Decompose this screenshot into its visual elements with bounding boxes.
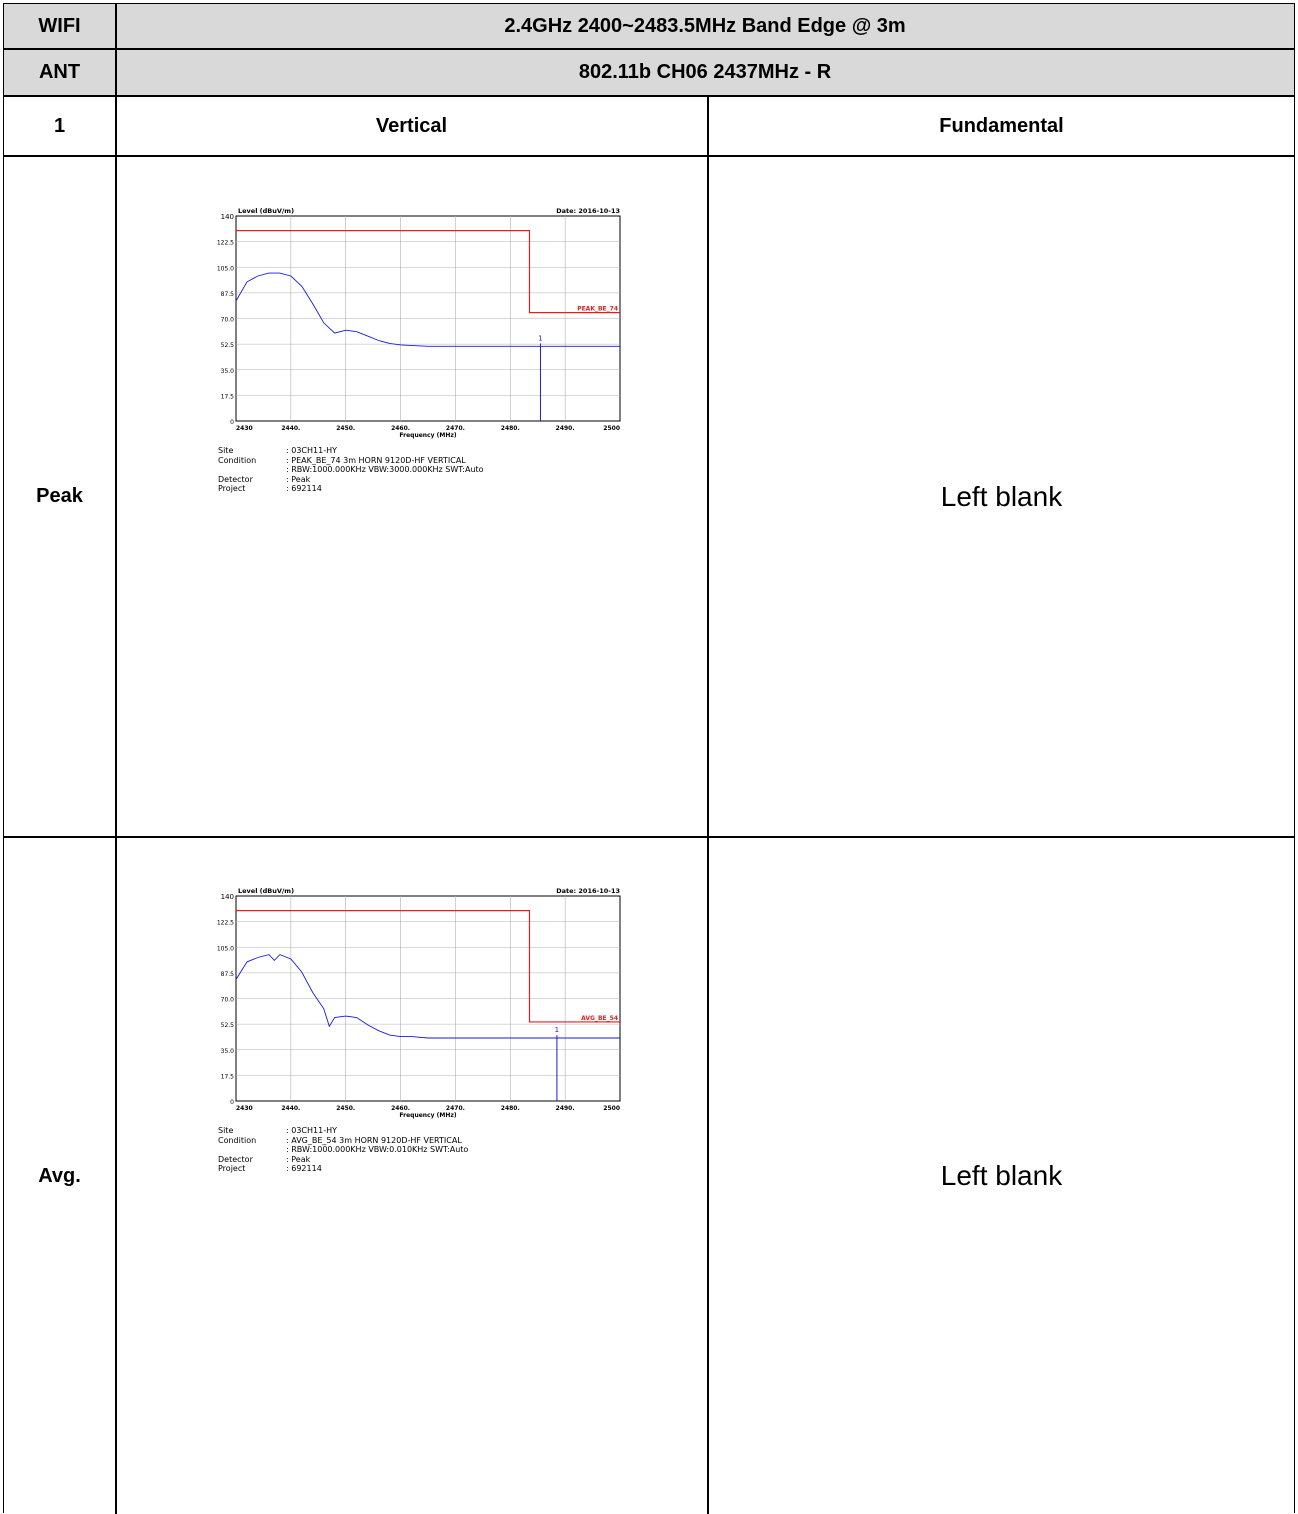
y-tick-label: 70.0 — [221, 997, 235, 1004]
avg-chart-svg: 140 122.5 105.0 87.5 70.0 52.5 35.0 17.5 02430 24… — [217, 887, 621, 1119]
x-tick-label: 2460. — [391, 1105, 410, 1112]
x-tick-label: 2490. — [556, 425, 575, 432]
limit-label: PEAK_BE_74 — [577, 306, 618, 313]
x-tick-label: 2450. — [336, 1105, 355, 1112]
x-tick-label: 2500 — [603, 425, 620, 432]
condition-value: : AVG_BE_54 3m HORN 9120D-HF VERTICAL — [286, 1135, 462, 1145]
x-tick-label: 2480. — [501, 425, 520, 432]
peak-chart-svg: 140 122.5 105.0 87.5 70.0 52.5 35.0 17.5 02430 24… — [217, 207, 621, 439]
y-tick-label: 87.5 — [221, 291, 235, 298]
avg-label: Avg. — [38, 1164, 81, 1187]
x-tick-label: 2430 — [236, 425, 253, 432]
x-tick-label: 2450. — [336, 425, 355, 432]
site-value: : 03CH11-HY — [286, 446, 337, 455]
x-axis-label: Frequency (MHz) — [399, 432, 456, 439]
x-tick-label: 2440. — [281, 1105, 300, 1112]
y-axis-label: Level (dBuV/m) — [238, 207, 294, 215]
peak-chart: 140 122.5 105.0 87.5 70.0 52.5 35.0 17.5 0 2430 24… — [200, 196, 630, 441]
y-tick-label: 105.0 — [217, 265, 234, 272]
chart-date: Date: 2016-10-13 — [556, 207, 620, 215]
report-table: WIFI 2.4GHz 2400~2483.5MHz Band Edge @ 3… — [3, 3, 1295, 1514]
index-label: 1 — [53, 114, 66, 137]
peak-fundamental-text: Left blank — [940, 480, 1063, 512]
y-tick-label: 87.5 — [221, 971, 235, 978]
channel-title: 802.11b CH06 2437MHz - R — [116, 50, 1294, 95]
y-tick-label: 140 — [221, 213, 234, 221]
x-tick-label: 2470. — [446, 1105, 465, 1112]
avg-chart: 140 122.5 105.0 87.5 70.0 52.5 35.0 17.5 0 2430 24… — [200, 876, 630, 1121]
site-value: : 03CH11-HY — [286, 1126, 337, 1135]
detector-value: : Peak — [286, 1154, 311, 1164]
y-tick-label: 140 — [221, 893, 234, 901]
marker-label: 1 — [555, 1026, 559, 1034]
wifi-label: WIFI — [4, 4, 115, 48]
detector-key: Detector — [218, 1154, 253, 1164]
detector-value: : Peak — [286, 474, 311, 484]
project-key: Project — [218, 1164, 246, 1173]
x-tick-label: 2430 — [236, 1105, 253, 1112]
y-tick-label: 122.5 — [217, 240, 234, 247]
y-tick-label: 17.5 — [221, 1073, 235, 1080]
y-axis-label: Level (dBuV/m) — [238, 887, 294, 895]
divider — [115, 4, 117, 1514]
condition-key: Condition — [218, 1135, 257, 1145]
condition-value-2: : RBW:1000.000KHz VBW:0.010KHz SWT:Auto — [286, 1145, 469, 1154]
avg-fundamental-text: Left blank — [940, 1160, 1063, 1191]
y-tick-label: 52.5 — [221, 1022, 235, 1029]
project-value: : 692114 — [286, 484, 322, 493]
vertical-header: Vertical — [375, 114, 448, 137]
y-tick-label: 35.0 — [221, 1048, 235, 1055]
divider — [707, 95, 709, 1514]
x-tick-label: 2500 — [603, 1105, 620, 1112]
x-tick-label: 2460. — [391, 425, 410, 432]
y-tick-label: 70.0 — [221, 317, 235, 324]
y-tick-label: 35.0 — [221, 368, 235, 375]
marker-label: 1 — [538, 334, 542, 342]
y-tick-label: 0 — [230, 419, 234, 426]
y-tick-label: 0 — [230, 1099, 234, 1106]
x-tick-label: 2490. — [556, 1105, 575, 1112]
ant-label: ANT — [4, 50, 115, 95]
detector-key: Detector — [218, 474, 253, 484]
y-tick-label: 52.5 — [221, 342, 235, 349]
site-key: Site — [218, 1126, 234, 1135]
x-tick-label: 2440. — [281, 425, 300, 432]
peak-label: Peak — [36, 485, 83, 507]
project-key: Project — [218, 484, 246, 493]
limit-label: AVG_BE_54 — [581, 1015, 618, 1022]
band-title: 2.4GHz 2400~2483.5MHz Band Edge @ 3m — [116, 4, 1294, 48]
x-axis-label: Frequency (MHz) — [399, 1112, 456, 1119]
fundamental-header: Fundamental — [939, 114, 1064, 137]
site-key: Site — [218, 446, 234, 455]
project-value: : 692114 — [286, 1164, 322, 1173]
chart-date: Date: 2016-10-13 — [556, 887, 620, 895]
condition-value-2: : RBW:1000.000KHz VBW:3000.000KHz SWT:Au… — [286, 465, 484, 474]
condition-value: : PEAK_BE_74 3m HORN 9120D-HF VERTICAL — [286, 455, 466, 465]
condition-key: Condition — [218, 455, 257, 465]
peak-chart-meta: Site : 03CH11-HY Condition : PEAK_BE_74 3m… — [218, 446, 484, 494]
avg-chart-meta: Site : 03CH11-HY Condition : AVG_BE_54 3m … — [218, 1126, 468, 1174]
x-tick-label: 2480. — [501, 1105, 520, 1112]
y-tick-label: 105.0 — [217, 945, 234, 952]
x-tick-label: 2470. — [446, 425, 465, 432]
y-tick-label: 122.5 — [217, 920, 234, 927]
y-tick-label: 17.5 — [221, 393, 235, 400]
